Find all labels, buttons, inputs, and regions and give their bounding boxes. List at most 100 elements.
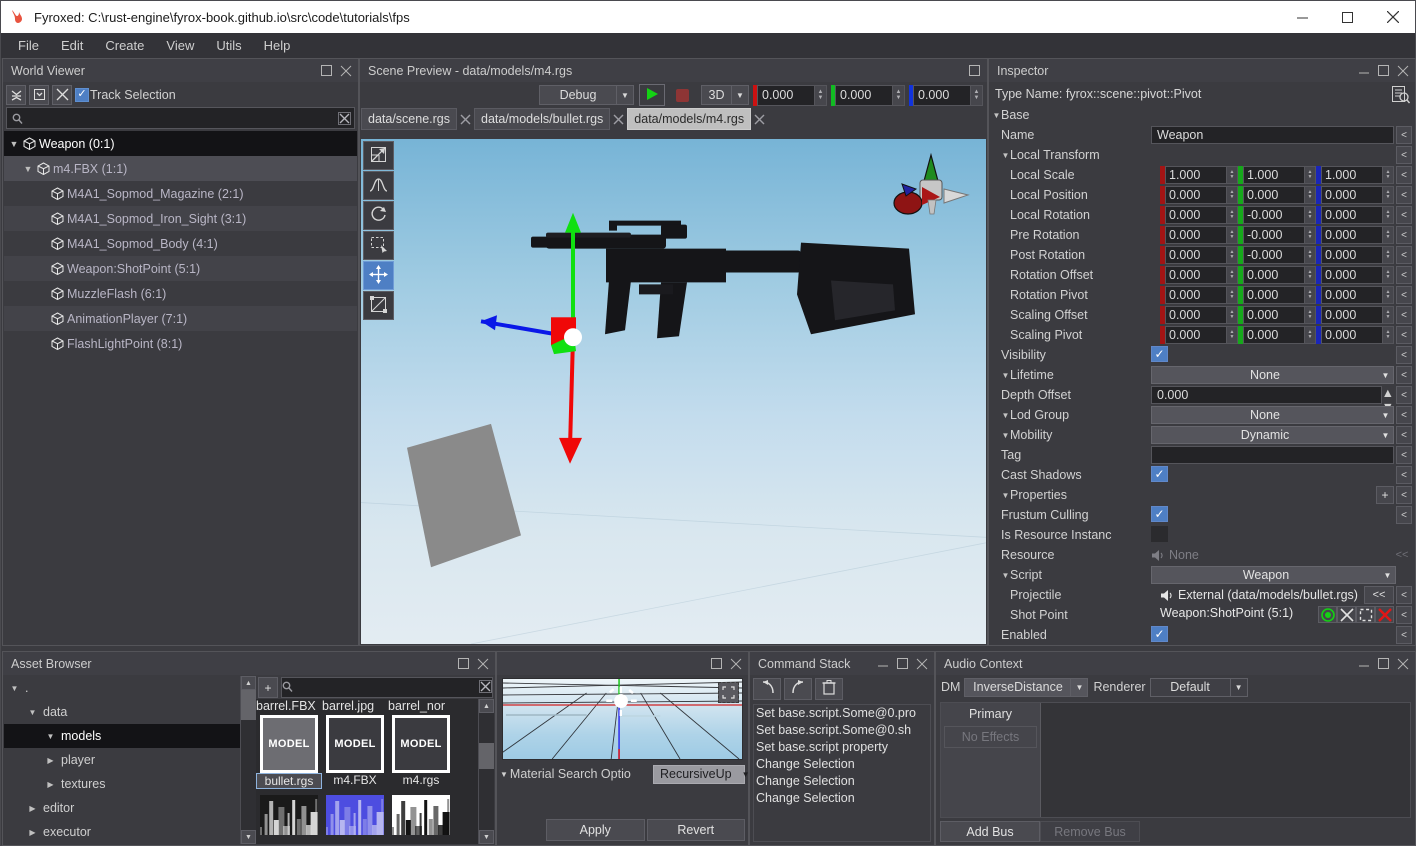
scene-tree[interactable]: ▼ Weapon (0:1) ▼ m4.FBX (1:1) M4A1_Sopmod_Ma… bbox=[4, 131, 357, 644]
vector-component-value[interactable]: 0.000 bbox=[1165, 186, 1227, 204]
rotate-tool[interactable] bbox=[363, 201, 394, 230]
dropdown[interactable]: None ▼ bbox=[1151, 406, 1394, 424]
scroll-track[interactable] bbox=[479, 713, 494, 830]
undo-button[interactable] bbox=[753, 678, 781, 700]
reset-property-button[interactable]: < bbox=[1396, 186, 1412, 204]
locate-node-icon[interactable] bbox=[1318, 606, 1337, 623]
select-tool[interactable] bbox=[363, 141, 394, 170]
play-button[interactable] bbox=[639, 84, 665, 106]
asset-folder-tree[interactable]: ▼. ▼ data ▼ models ▶ player ▶ textures ▶ editor ▶ ex… bbox=[4, 676, 240, 844]
value-stepper[interactable]: ▲▼ bbox=[1227, 266, 1238, 284]
vector-component-value[interactable]: 0.000 bbox=[1165, 286, 1227, 304]
close-icon[interactable] bbox=[474, 655, 491, 672]
checkbox[interactable]: ✓ bbox=[1151, 466, 1168, 482]
vector-component[interactable]: 0.000 ▲ ▼ bbox=[1316, 286, 1394, 304]
vector-component[interactable]: 0.000 ▲ ▼ bbox=[1316, 206, 1394, 224]
chevron-down-icon[interactable]: ▼ bbox=[8, 684, 21, 693]
rect-select-tool[interactable] bbox=[363, 231, 394, 260]
inspector-property-list[interactable]: ▼ Base Name Weapon < ▼ Local Transform < Local S… bbox=[990, 105, 1414, 644]
number-field[interactable]: 0.000 bbox=[1151, 386, 1382, 404]
vector-component-value[interactable]: 1.000 bbox=[1321, 166, 1383, 184]
asset-thumbnail[interactable] bbox=[260, 795, 318, 835]
scene-tab[interactable]: data/scene.rgs bbox=[361, 108, 457, 130]
value-stepper[interactable]: ▲▼ bbox=[1383, 266, 1394, 284]
vector-component-value[interactable]: 0.000 bbox=[1321, 206, 1383, 224]
value-stepper[interactable]: ▲▼ bbox=[1383, 166, 1394, 184]
scene-tab[interactable]: data/models/bullet.rgs bbox=[474, 108, 611, 130]
asset-item[interactable]: MODEL bullet.rgs bbox=[256, 715, 322, 789]
vector-component-value[interactable]: 0.000 bbox=[1243, 286, 1305, 304]
reset-property-button[interactable]: < bbox=[1396, 626, 1412, 644]
revert-button[interactable]: Revert bbox=[646, 819, 745, 841]
scene-tree-item[interactable]: ▼ m4.FBX (1:1) bbox=[4, 156, 357, 181]
chevron-down-icon[interactable]: ▼ bbox=[500, 770, 508, 779]
x-stepper[interactable]: ▲ ▼ bbox=[815, 84, 827, 106]
expand-all-icon[interactable] bbox=[29, 84, 49, 105]
reset-property-button[interactable]: < bbox=[1396, 446, 1412, 464]
vector-component-value[interactable]: 0.000 bbox=[1165, 206, 1227, 224]
vector-component[interactable]: 0.000 ▲ ▼ bbox=[1160, 306, 1238, 324]
unassign-resource-button[interactable]: << bbox=[1364, 586, 1394, 604]
vector-component-value[interactable]: 0.000 bbox=[1321, 286, 1383, 304]
vector-component[interactable]: 1.000 ▲ ▼ bbox=[1316, 166, 1394, 184]
vector-component[interactable]: 0.000 ▲ ▼ bbox=[1316, 306, 1394, 324]
command-stack-item[interactable]: Change Selection bbox=[754, 773, 930, 790]
add-asset-button[interactable]: + bbox=[258, 677, 278, 698]
chevron-down-icon[interactable]: ▼ bbox=[992, 111, 1001, 120]
scene-tree-item[interactable]: M4A1_Sopmod_Iron_Sight (3:1) bbox=[4, 206, 357, 231]
clear-icon[interactable] bbox=[334, 111, 354, 125]
vector-component-value[interactable]: -0.000 bbox=[1243, 206, 1305, 224]
minimize-icon[interactable] bbox=[875, 655, 892, 672]
vector-component-value[interactable]: 0.000 bbox=[1321, 186, 1383, 204]
scroll-thumb[interactable] bbox=[479, 743, 494, 769]
chevron-down-icon[interactable]: ▼ bbox=[1001, 411, 1010, 420]
asset-folder-item[interactable]: ▼ models bbox=[4, 724, 240, 748]
close-icon[interactable] bbox=[337, 62, 354, 79]
reset-property-button[interactable]: < bbox=[1396, 146, 1412, 164]
vector-component[interactable]: 0.000 ▲ ▼ bbox=[1238, 186, 1316, 204]
document-search-icon[interactable] bbox=[1388, 84, 1412, 105]
vector-component[interactable]: 0.000 ▲ ▼ bbox=[1160, 286, 1238, 304]
chevron-right-icon[interactable]: ▶ bbox=[26, 804, 39, 813]
menu-utils[interactable]: Utils bbox=[205, 33, 252, 58]
reset-property-button[interactable]: < bbox=[1396, 346, 1412, 364]
scene-viewport[interactable] bbox=[361, 139, 986, 644]
value-stepper[interactable]: ▲▼ bbox=[1383, 186, 1394, 204]
vector-component[interactable]: 0.000 ▲ ▼ bbox=[1316, 226, 1394, 244]
primary-bus-column[interactable]: Primary No Effects bbox=[941, 703, 1041, 817]
asset-grid[interactable]: barrel.FBX barrel.jpg barrel_nor MODEL bulle… bbox=[256, 699, 494, 844]
reset-property-button[interactable]: < bbox=[1396, 306, 1412, 324]
scene-tree-item[interactable]: ▼ Weapon (0:1) bbox=[4, 131, 357, 156]
redo-button[interactable] bbox=[784, 678, 812, 700]
vector-component-value[interactable]: 0.000 bbox=[1243, 266, 1305, 284]
command-stack-list[interactable]: Set base.script.Some@0.pro Set base.scrip… bbox=[753, 704, 931, 842]
chevron-down-icon[interactable]: ▼ bbox=[1001, 371, 1010, 380]
x-coordinate-field[interactable]: 0.000 ▲ ▼ bbox=[753, 84, 827, 106]
vector-component[interactable]: -0.000 ▲ ▼ bbox=[1238, 246, 1316, 264]
asset-thumbnail[interactable] bbox=[392, 795, 450, 835]
value-stepper[interactable]: ▲▼ bbox=[1305, 166, 1316, 184]
maximize-icon[interactable] bbox=[1375, 62, 1392, 79]
y-coordinate-field[interactable]: 0.000 ▲ ▼ bbox=[831, 84, 905, 106]
apply-button[interactable]: Apply bbox=[546, 819, 645, 841]
asset-folder-item[interactable]: ▼. bbox=[4, 676, 240, 700]
value-stepper[interactable]: ▲▼ bbox=[1305, 266, 1316, 284]
close-icon[interactable] bbox=[1394, 655, 1411, 672]
command-stack-item[interactable]: Set base.script property bbox=[754, 739, 930, 756]
asset-folder-item[interactable]: ▶ player bbox=[4, 748, 240, 772]
stop-button[interactable] bbox=[669, 84, 695, 106]
asset-folder-item[interactable]: ▼ data bbox=[4, 700, 240, 724]
scroll-up-icon[interactable]: ▲ bbox=[241, 676, 256, 690]
scroll-thumb[interactable] bbox=[241, 690, 256, 720]
move-tool[interactable] bbox=[363, 261, 394, 290]
value-stepper[interactable]: ▲▼ bbox=[1383, 246, 1394, 264]
value-stepper[interactable]: ▲▼ bbox=[1227, 306, 1238, 324]
asset-folder-item[interactable]: ▶ textures bbox=[4, 772, 240, 796]
unassign-resource-button[interactable]: << bbox=[1390, 546, 1414, 564]
command-stack-item[interactable]: Change Selection bbox=[754, 756, 930, 773]
fit-to-view-icon[interactable] bbox=[718, 682, 739, 703]
menu-create[interactable]: Create bbox=[94, 33, 155, 58]
value-stepper[interactable]: ▲▼ bbox=[1382, 386, 1394, 414]
menu-view[interactable]: View bbox=[155, 33, 205, 58]
scene-tree-item[interactable]: M4A1_Sopmod_Body (4:1) bbox=[4, 231, 357, 256]
